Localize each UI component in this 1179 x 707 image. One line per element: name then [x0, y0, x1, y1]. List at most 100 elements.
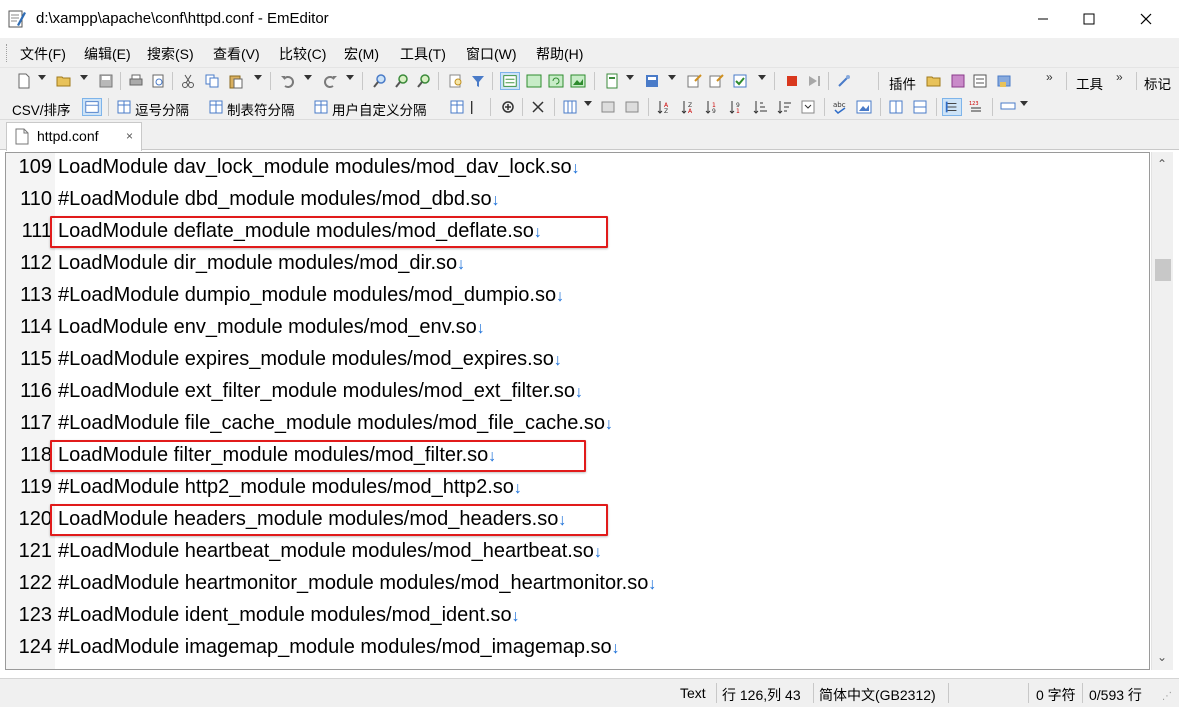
plugins-label[interactable]: 插件	[889, 73, 916, 93]
menu-search[interactable]: 搜索(S)	[147, 44, 194, 64]
print-icon[interactable]	[128, 73, 144, 89]
redo-dropdown-arrow[interactable]	[346, 75, 354, 80]
image-view-icon[interactable]	[856, 99, 872, 115]
sort-descending-icon[interactable]: ZA	[680, 99, 696, 115]
configuration-dropdown-arrow[interactable]	[668, 75, 676, 80]
redo-icon[interactable]	[322, 73, 338, 89]
split-window-icon[interactable]	[888, 99, 904, 115]
configuration-icon[interactable]	[644, 73, 660, 89]
editor-line[interactable]: 118 LoadModule filter_module modules/mod_…	[6, 440, 1149, 473]
menu-window[interactable]: 窗口(W)	[466, 44, 517, 64]
find-previous-icon[interactable]	[416, 73, 432, 89]
run-macro-icon[interactable]	[806, 73, 822, 89]
menu-help[interactable]: 帮助(H)	[536, 44, 583, 64]
editor-line[interactable]: 112 LoadModule dir_module modules/mod_dir…	[6, 249, 1149, 281]
marks-label[interactable]: 标记	[1144, 73, 1171, 93]
menu-compare[interactable]: 比较(C)	[279, 44, 326, 64]
paste-dropdown-arrow[interactable]	[254, 75, 262, 80]
line-text[interactable]: #LoadModule file_cache_module modules/mo…	[58, 412, 613, 435]
editor-line[interactable]: 119 #LoadModule http2_module modules/mod_…	[6, 473, 1149, 505]
stop-recording-icon[interactable]	[784, 73, 800, 89]
editor-line[interactable]: 120 LoadModule headers_module modules/mod…	[6, 504, 1149, 537]
line-text[interactable]: #LoadModule imagemap_module modules/mod_…	[58, 636, 620, 659]
new-dropdown-arrow[interactable]	[38, 75, 46, 80]
columns-view-icon[interactable]	[562, 99, 578, 115]
sort-ascending-icon[interactable]: AZ	[656, 99, 672, 115]
vertical-scrollbar[interactable]: ⌃ ⌄	[1151, 152, 1173, 670]
properties-dropdown-arrow[interactable]	[626, 75, 634, 80]
find-icon[interactable]	[372, 73, 388, 89]
menu-tools[interactable]: 工具(T)	[400, 44, 446, 64]
editor-line[interactable]: 121 #LoadModule heartbeat_module modules/…	[6, 537, 1149, 569]
filter-icon[interactable]	[470, 73, 486, 89]
editor-line[interactable]: 116 #LoadModule ext_filter_module modules…	[6, 377, 1149, 409]
columns-dropdown-arrow[interactable]	[584, 101, 592, 106]
comma-separated-label[interactable]: 逗号分隔	[135, 99, 189, 119]
freeze-column-icon[interactable]	[600, 99, 616, 115]
tab-httpd-conf[interactable]: httpd.conf ×	[6, 122, 142, 151]
editor-line[interactable]: 117 #LoadModule file_cache_module modules…	[6, 409, 1149, 441]
line-text[interactable]: #LoadModule heartmonitor_module modules/…	[58, 572, 656, 595]
menu-grip[interactable]	[6, 44, 8, 62]
menu-file[interactable]: 文件(F)	[20, 44, 66, 64]
sort-length-asc-icon[interactable]	[752, 99, 768, 115]
charmap-plugin-icon[interactable]	[950, 73, 966, 89]
find-next-icon[interactable]	[394, 73, 410, 89]
image-icon[interactable]	[570, 73, 586, 89]
line-text[interactable]: LoadModule env_module modules/mod_env.so…	[58, 316, 485, 339]
editor-line[interactable]: 111 LoadModule deflate_module modules/mod…	[6, 216, 1149, 249]
user-defined-separated-label[interactable]: 用户自定义分隔	[332, 99, 427, 119]
editor-line[interactable]: 114 LoadModule env_module modules/mod_env…	[6, 313, 1149, 345]
refresh-icon[interactable]	[548, 73, 564, 89]
line-text[interactable]: #LoadModule dbd_module modules/mod_dbd.s…	[58, 188, 500, 211]
menu-macro[interactable]: 宏(M)	[344, 44, 379, 64]
highlight-toggle-icon[interactable]	[500, 72, 520, 90]
line-text[interactable]: #LoadModule expires_module modules/mod_e…	[58, 348, 562, 371]
scroll-thumb[interactable]	[1155, 259, 1171, 281]
tab-separated-icon[interactable]	[208, 99, 224, 115]
editor-line[interactable]: 124 #LoadModule imagemap_module modules/m…	[6, 633, 1149, 665]
plugins-overflow-chevron[interactable]: »	[1046, 70, 1053, 84]
csv-grid-icon[interactable]	[449, 99, 465, 115]
tab-separated-label[interactable]: 制表符分隔	[227, 99, 295, 119]
editor-line[interactable]: 123 #LoadModule ident_module modules/mod_…	[6, 601, 1149, 633]
display-options-dropdown-arrow[interactable]	[1020, 101, 1028, 106]
open-dropdown-arrow[interactable]	[80, 75, 88, 80]
menu-view[interactable]: 查看(V)	[213, 44, 260, 64]
sort-options-icon[interactable]	[800, 99, 816, 115]
freeze-row-icon[interactable]	[624, 99, 640, 115]
find-in-files-icon[interactable]	[448, 73, 464, 89]
undo-icon[interactable]	[280, 73, 296, 89]
spell-check-icon[interactable]: abc	[832, 99, 848, 115]
customize-icon[interactable]	[686, 73, 702, 89]
menu-edit[interactable]: 编辑(E)	[84, 44, 131, 64]
sort-numeric-asc-icon[interactable]: 19	[704, 99, 720, 115]
user-defined-separated-icon[interactable]	[313, 99, 329, 115]
sort-numeric-desc-icon[interactable]: 91	[728, 99, 744, 115]
editor-line[interactable]: 122 #LoadModule heartmonitor_module modul…	[6, 569, 1149, 601]
save-icon[interactable]	[98, 73, 114, 89]
status-mode[interactable]: Text	[680, 685, 706, 701]
window-dropdown-arrow[interactable]	[758, 75, 766, 80]
line-text[interactable]: LoadModule dav_lock_module modules/mod_d…	[58, 156, 580, 179]
ruler-numbers-icon[interactable]: 123	[968, 99, 984, 115]
split-horizontal-icon[interactable]	[912, 99, 928, 115]
view-toggle-icon[interactable]	[526, 73, 542, 89]
editor-line[interactable]: 109 LoadModule dav_lock_module modules/mo…	[6, 153, 1149, 185]
line-text[interactable]: LoadModule dir_module modules/mod_dir.so…	[58, 252, 465, 275]
sort-length-desc-icon[interactable]	[776, 99, 792, 115]
maximize-button[interactable]	[1066, 0, 1112, 38]
line-text[interactable]: #LoadModule http2_module modules/mod_htt…	[58, 476, 522, 499]
normal-mode-icon[interactable]	[82, 98, 102, 116]
copy-icon[interactable]	[204, 73, 220, 89]
projects-plugin-icon[interactable]	[996, 73, 1012, 89]
tools-overflow-chevron[interactable]: »	[1116, 70, 1123, 84]
line-text[interactable]: #LoadModule heartbeat_module modules/mod…	[58, 540, 602, 563]
line-text[interactable]: #LoadModule ident_module modules/mod_ide…	[58, 604, 520, 627]
editor-line[interactable]: 113 #LoadModule dumpio_module modules/mod…	[6, 281, 1149, 313]
tab-close-icon[interactable]: ×	[126, 129, 133, 143]
tools-label[interactable]: 工具	[1076, 73, 1103, 93]
scroll-up-icon[interactable]: ⌃	[1157, 157, 1167, 171]
line-text[interactable]: #LoadModule dumpio_module modules/mod_du…	[58, 284, 564, 307]
checkbox-window-icon[interactable]	[732, 73, 748, 89]
